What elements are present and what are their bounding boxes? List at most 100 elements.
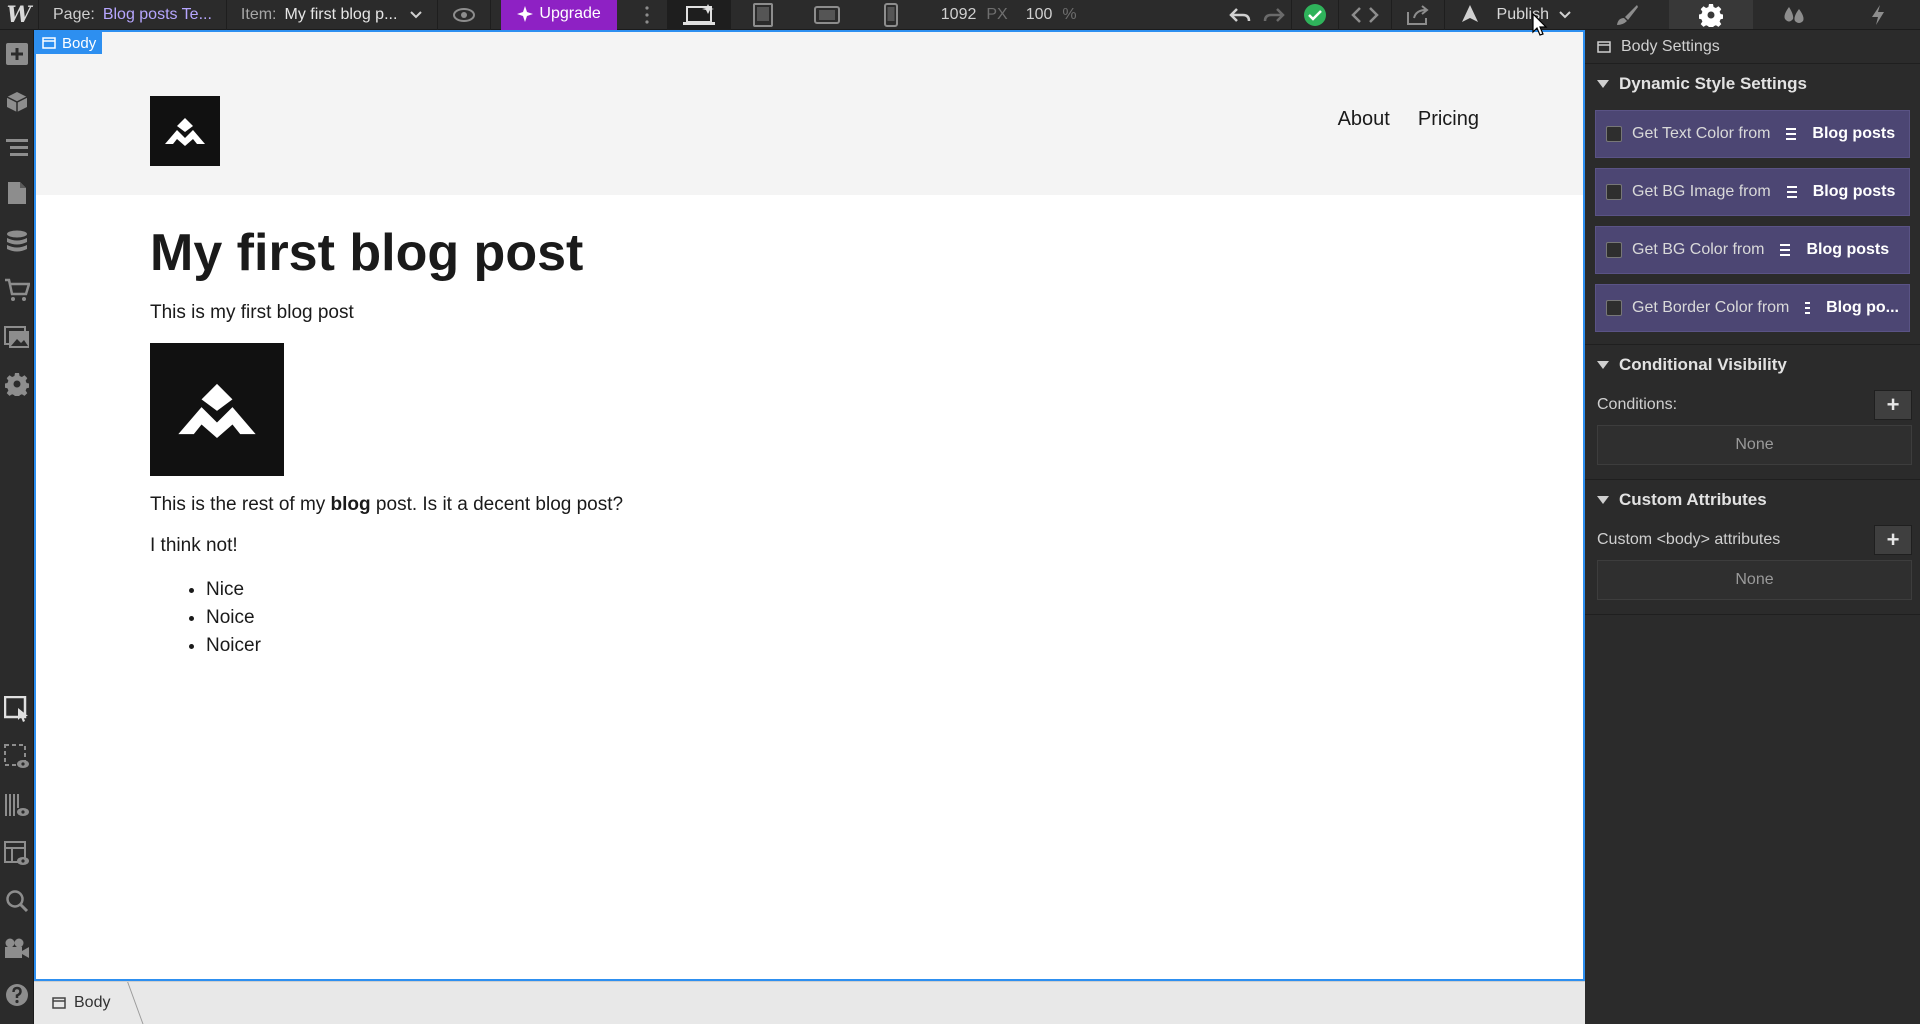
breakpoint-tablet[interactable] (731, 0, 795, 30)
post-second-paragraph[interactable]: I think not! (150, 535, 1469, 558)
breadcrumb-item-body[interactable]: Body (34, 982, 128, 1024)
list-item[interactable]: Noicer (206, 632, 1469, 660)
collection-icon (1780, 244, 1791, 256)
pages-button[interactable] (0, 175, 34, 211)
tab-settings[interactable] (1668, 0, 1753, 29)
preview-layout-button[interactable] (0, 836, 34, 872)
breakpoint-desktop[interactable] (666, 0, 731, 30)
zoom-value[interactable]: 100 (1026, 6, 1053, 24)
undo-button[interactable] (1223, 0, 1257, 30)
redo-button[interactable] (1257, 0, 1291, 30)
vertical-dots-icon (645, 5, 649, 24)
mountain-logo-icon (165, 118, 205, 146)
dynamic-border-color-row[interactable]: Get Border Color from Blog po... (1595, 284, 1910, 332)
layout-eye-icon (4, 841, 29, 865)
post-list[interactable]: Nice Noice Noicer (206, 576, 1469, 660)
item-value[interactable]: My first blog p... (284, 6, 397, 24)
code-export-button[interactable] (1339, 0, 1391, 30)
post-summary[interactable]: This is my first blog post (150, 302, 1469, 325)
attributes-row: Custom <body> attributes + (1585, 520, 1920, 560)
project-settings-button[interactable] (0, 366, 34, 402)
nav-link-about[interactable]: About (1338, 108, 1390, 131)
section-title: Custom Attributes (1619, 490, 1767, 509)
breakpoint-mobile-portrait[interactable] (859, 0, 923, 30)
section-title: Dynamic Style Settings (1619, 74, 1808, 93)
tab-style[interactable] (1585, 0, 1669, 29)
more-options-button[interactable] (627, 0, 667, 30)
site-nav-menu: About Pricing (1338, 108, 1479, 131)
section-header-dynamic[interactable]: Dynamic Style Settings (1585, 64, 1920, 104)
dynamic-bg-image-row[interactable]: Get BG Image from Blog posts (1595, 168, 1910, 216)
selected-element-tag[interactable]: Body (36, 32, 103, 54)
conditions-label: Conditions: (1597, 396, 1678, 413)
page-selector[interactable]: Page: Blog posts Te... (39, 0, 226, 30)
conditional-visibility-section: Conditional Visibility Conditions: + Non… (1585, 345, 1920, 480)
breakpoint-mobile-landscape[interactable] (795, 0, 859, 30)
row-source: Blog posts (1812, 183, 1896, 200)
gear-icon (1698, 3, 1723, 27)
add-attribute-button[interactable]: + (1874, 525, 1912, 555)
dynamic-text-color-row[interactable]: Get Text Color from Blog posts (1595, 110, 1910, 158)
cms-button[interactable] (0, 224, 34, 260)
save-status[interactable] (1292, 0, 1338, 30)
top-toolbar: W Page: Blog posts Te... Item: My first … (0, 0, 1585, 31)
navigator-button[interactable] (0, 130, 34, 166)
checkbox[interactable] (1606, 184, 1622, 200)
video-camera-icon (5, 938, 29, 958)
select-tool-button[interactable] (0, 691, 34, 727)
post-image[interactable] (150, 342, 284, 476)
dynamic-style-section: Dynamic Style Settings Get Text Color fr… (1585, 64, 1920, 345)
webflow-logo[interactable]: W (0, 0, 38, 30)
panel-title: Body Settings (1621, 37, 1720, 55)
undo-icon (1228, 7, 1250, 22)
search-icon (6, 890, 29, 913)
site-navbar[interactable]: About Pricing (36, 32, 1583, 195)
selected-element-label: Body (62, 34, 97, 52)
checkbox[interactable] (1606, 242, 1622, 258)
nav-link-pricing[interactable]: Pricing (1418, 108, 1479, 131)
section-header-visibility[interactable]: Conditional Visibility (1585, 345, 1920, 385)
row-label: Get Border Color from (1632, 299, 1790, 316)
right-panel-tabs (1585, 0, 1920, 30)
ecommerce-button[interactable] (0, 272, 34, 308)
components-button[interactable] (0, 84, 34, 120)
tab-interactions[interactable] (1836, 0, 1920, 29)
list-item[interactable]: Noice (206, 604, 1469, 632)
add-panel-button[interactable] (0, 36, 34, 72)
checkbox[interactable] (1606, 300, 1622, 316)
redo-icon (1263, 7, 1285, 22)
checkbox[interactable] (1606, 126, 1622, 142)
post-body-paragraph[interactable]: This is the rest of my blog post. Is it … (150, 494, 1469, 517)
preview-button[interactable] (438, 0, 490, 30)
page-value[interactable]: Blog posts Te... (103, 6, 212, 24)
dynamic-bg-color-row[interactable]: Get BG Color from Blog posts (1595, 226, 1910, 274)
post-title[interactable]: My first blog post (150, 224, 1469, 282)
body-element-icon (1597, 40, 1611, 53)
site-logo[interactable] (150, 96, 220, 166)
row-source: Blog posts (1812, 125, 1896, 142)
show-element-edges-button[interactable] (0, 739, 34, 775)
design-canvas[interactable]: Body About Pricing My first blog post Th… (34, 30, 1585, 981)
help-button[interactable] (0, 977, 34, 1013)
assets-button[interactable] (0, 320, 34, 356)
search-button[interactable] (0, 883, 34, 919)
breadcrumb-label: Body (74, 994, 111, 1011)
canvas-width-value[interactable]: 1092 (941, 6, 977, 24)
upgrade-button[interactable]: Upgrade (501, 0, 617, 31)
tab-style-manager[interactable] (1753, 0, 1837, 29)
add-condition-button[interactable]: + (1874, 390, 1912, 420)
share-icon (1406, 4, 1429, 25)
plus-square-icon (6, 43, 28, 65)
publish-button[interactable]: Publish (1445, 4, 1585, 26)
video-tutorials-button[interactable] (0, 930, 34, 966)
paintbrush-icon (1616, 4, 1638, 25)
section-header-attributes[interactable]: Custom Attributes (1585, 480, 1920, 520)
share-button[interactable] (1392, 0, 1444, 30)
blog-post-content[interactable]: My first blog post This is my first blog… (36, 195, 1583, 690)
item-selector[interactable]: Item: My first blog p... (227, 0, 437, 30)
mouse-pointer-icon (1532, 13, 1548, 36)
body-element-icon (52, 997, 66, 1009)
list-item[interactable]: Nice (206, 576, 1469, 604)
x-ray-mode-button[interactable] (0, 787, 34, 823)
help-icon (6, 984, 28, 1006)
